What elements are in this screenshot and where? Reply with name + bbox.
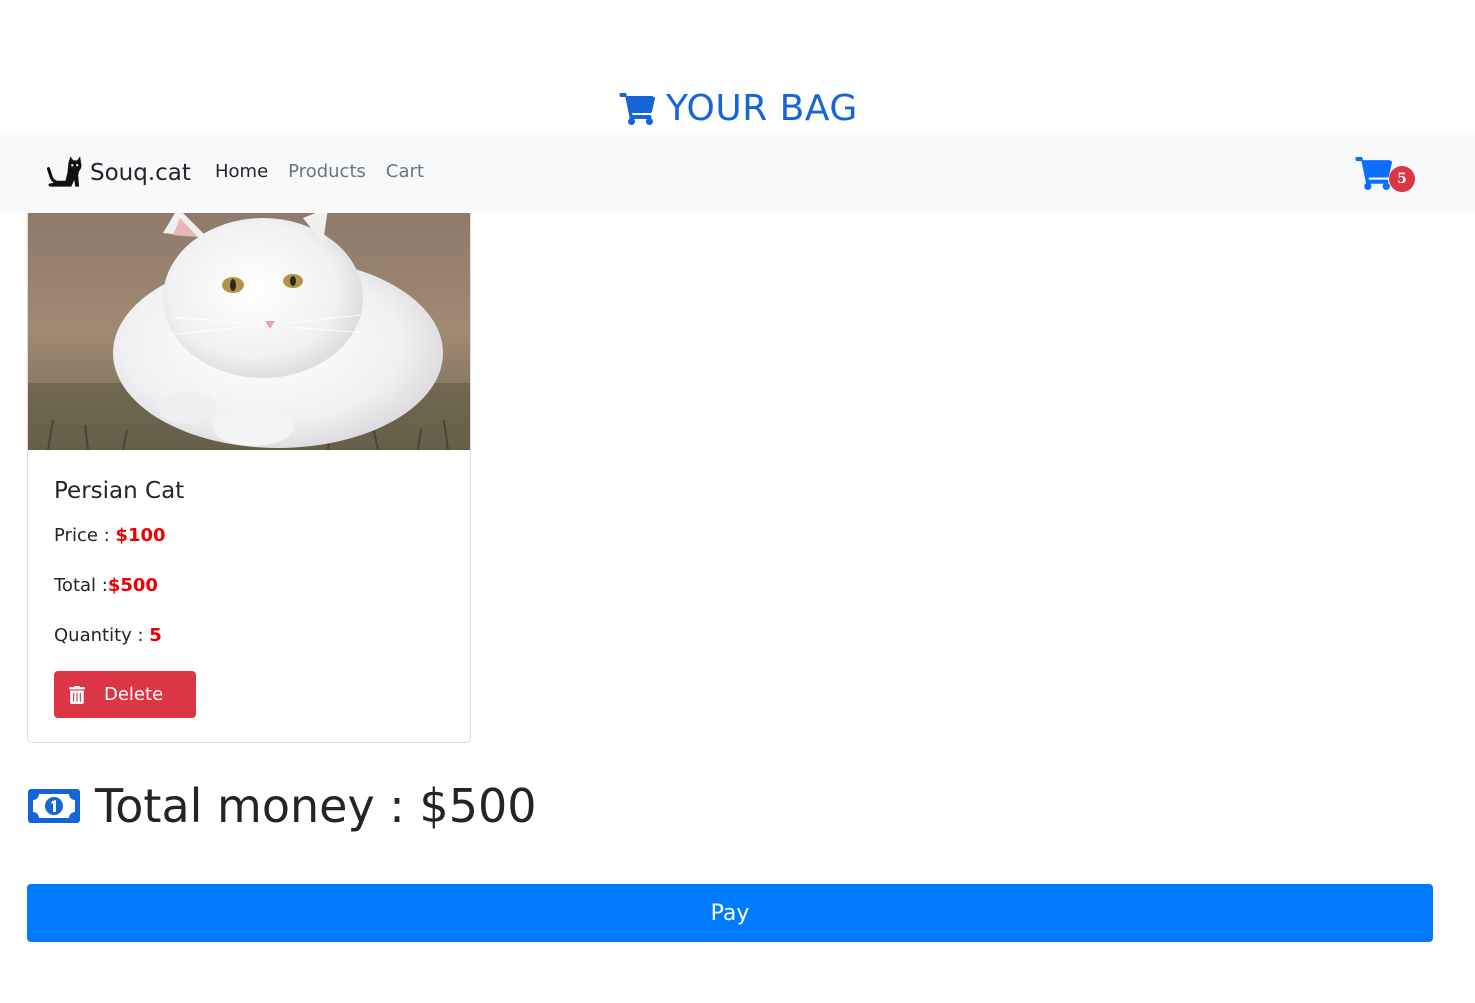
delete-button-label: Delete (104, 684, 164, 705)
total-value: $500 (107, 575, 158, 596)
total-money-text: Total money : $500 (95, 779, 537, 833)
price-value: $100 (115, 525, 166, 546)
nav-links: Home Products Cart (215, 161, 424, 182)
price-label: Price : (54, 525, 116, 546)
product-image (28, 213, 470, 450)
quantity-label: Quantity : (54, 625, 150, 646)
navbar: Souq.cat Home Products Cart 5 (0, 133, 1475, 213)
quantity-value: 5 (149, 625, 162, 646)
brand-link[interactable]: Souq.cat (45, 155, 191, 191)
card-body: Persian Cat Price : $100 Total :$500 Qua… (54, 475, 450, 646)
delete-button[interactable]: Delete (54, 671, 196, 718)
cart-count-badge: 5 (1389, 166, 1415, 192)
money-bill-icon (28, 789, 80, 823)
total-money: Total money : $500 (27, 778, 537, 834)
product-name: Persian Cat (54, 478, 185, 504)
total-label: Total : (54, 575, 108, 596)
nav-link-products[interactable]: Products (288, 161, 366, 182)
shopping-cart-icon (619, 93, 655, 125)
nav-link-cart[interactable]: Cart (386, 161, 424, 182)
cart-item-card: Persian Cat Price : $100 Total :$500 Qua… (27, 213, 471, 743)
quantity-row: Quantity : 5 (54, 624, 162, 648)
page-title-text: YOUR BAG (666, 88, 858, 129)
shopping-cart-icon (1355, 157, 1393, 190)
cat-icon (46, 156, 82, 187)
nav-link-home[interactable]: Home (215, 161, 268, 182)
pay-button[interactable]: Pay (27, 884, 1433, 942)
navbar-cart-button[interactable]: 5 (1355, 157, 1419, 197)
page: YOUR BAG Souq.cat Home Products Cart 5 P… (0, 0, 1475, 1003)
price-row: Price : $100 (54, 524, 166, 548)
page-title: YOUR BAG (619, 86, 858, 132)
total-row: Total :$500 (54, 574, 158, 598)
trash-icon (69, 685, 85, 704)
brand-name: Souq.cat (90, 160, 191, 186)
